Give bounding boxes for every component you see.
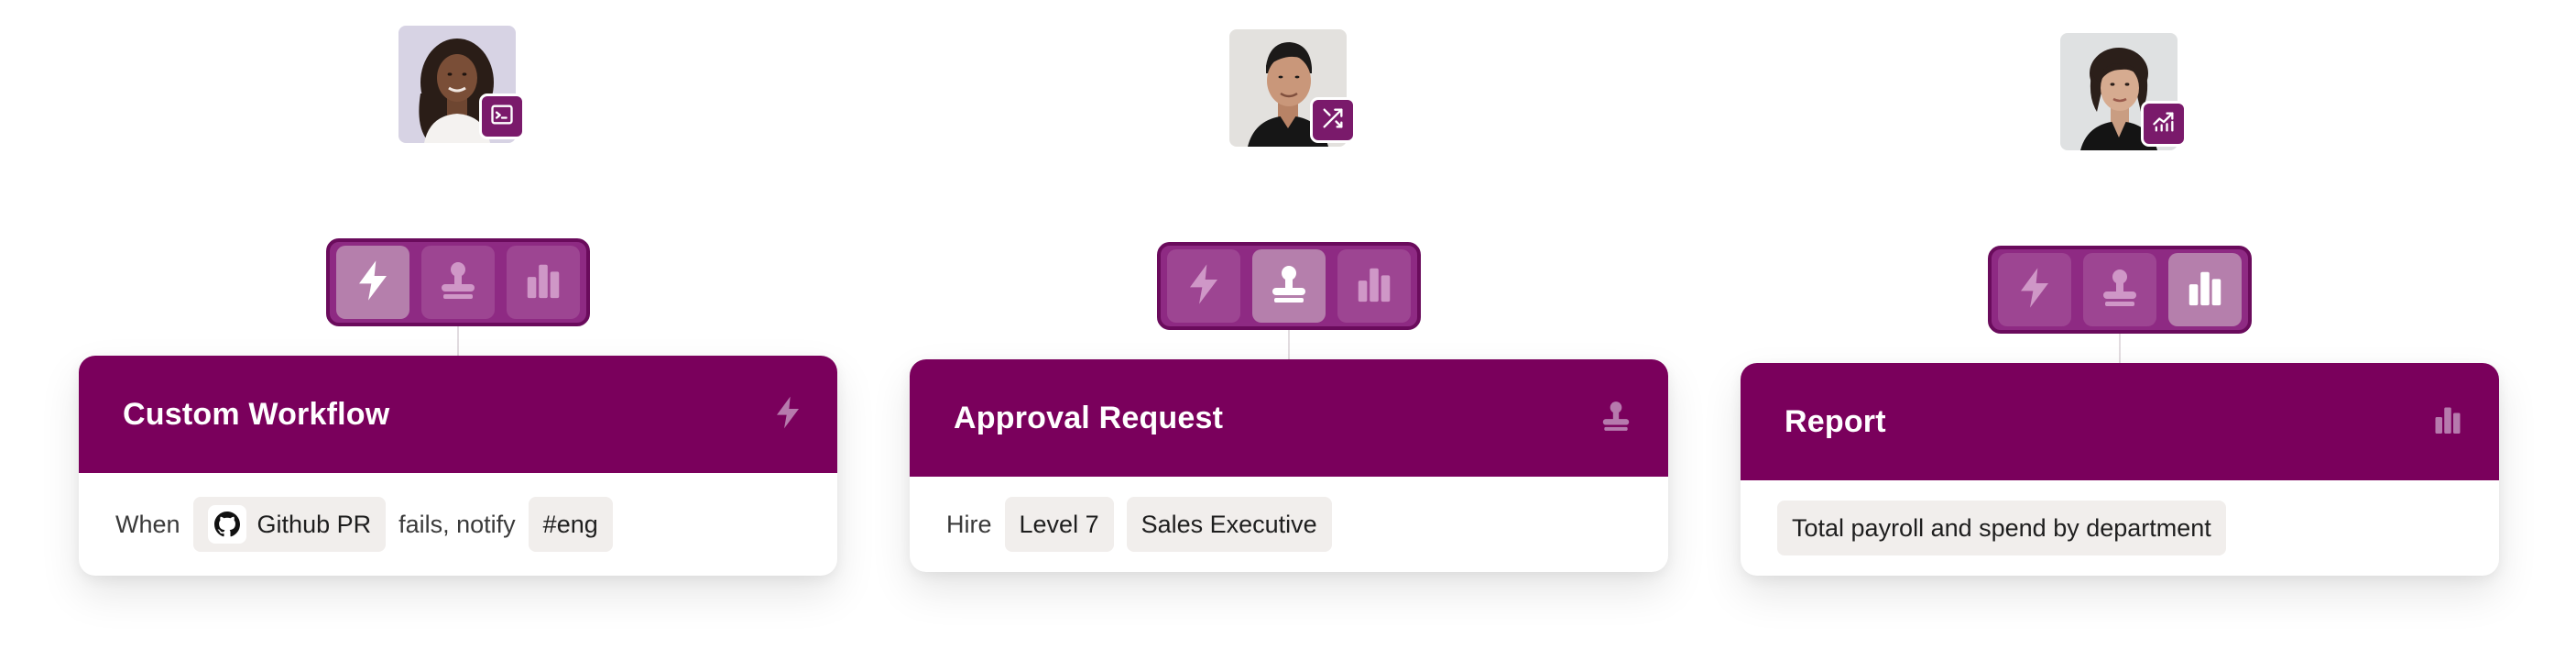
trending-chart-icon (2151, 109, 2177, 139)
report-chip[interactable]: Total payroll and spend by department (1777, 500, 2226, 556)
github-pr-chip[interactable]: Github PR (192, 497, 387, 552)
toggle-bar-chart-button[interactable] (507, 246, 580, 319)
workflow-column: Custom Workflow When Github PR fails, no… (79, 0, 837, 671)
approval-column: Approval Request Hire Level 7 Sales Exec… (910, 4, 1668, 671)
lightning-icon (773, 395, 802, 434)
avatar (2060, 33, 2187, 154)
type-toggle (1157, 242, 1421, 330)
custom-workflow-card[interactable]: Custom Workflow When Github PR fails, no… (79, 356, 837, 576)
toggle-stamp-button[interactable] (2083, 253, 2156, 326)
card-header: Custom Workflow (79, 356, 837, 473)
channel-label: #eng (542, 510, 598, 538)
role-badge (2141, 101, 2187, 147)
github-icon (207, 505, 246, 544)
card-title: Custom Workflow (123, 396, 390, 432)
card-title: Approval Request (954, 400, 1224, 435)
bar-chart-icon (2184, 267, 2226, 314)
bar-chart-icon (1353, 263, 1395, 310)
stamp-icon (436, 258, 480, 307)
stamp-icon (1267, 262, 1311, 311)
report-card[interactable]: Report Total payroll and spend by depart… (1741, 363, 2499, 576)
lightning-icon (1185, 262, 1222, 311)
level-chip[interactable]: Level 7 (1004, 497, 1114, 552)
level-label: Level 7 (1019, 510, 1099, 538)
card-header: Approval Request (910, 359, 1668, 477)
connector-line (457, 326, 459, 358)
bar-chart-icon (522, 259, 564, 306)
lightning-icon (355, 258, 391, 307)
type-toggle (326, 238, 590, 326)
stamp-icon (2098, 266, 2142, 314)
type-toggle (1988, 246, 2252, 334)
card-header: Report (1741, 363, 2499, 480)
connector-line (1288, 330, 1290, 361)
hire-text: Hire (946, 510, 992, 538)
toggle-bar-chart-button[interactable] (2168, 253, 2242, 326)
github-pr-label: Github PR (257, 510, 372, 538)
role-label: Sales Executive (1141, 510, 1317, 538)
toggle-bar-chart-button[interactable] (1337, 249, 1411, 323)
card-body: When Github PR fails, notify #eng (79, 473, 837, 576)
avatar (398, 26, 525, 147)
card-title: Report (1785, 403, 1886, 439)
lightning-icon (2016, 266, 2053, 314)
stamp-icon (1599, 399, 1633, 438)
channel-chip[interactable]: #eng (528, 497, 613, 552)
approval-request-card[interactable]: Approval Request Hire Level 7 Sales Exec… (910, 359, 1668, 572)
arrows-diagonal-icon (1320, 105, 1346, 136)
role-chip[interactable]: Sales Executive (1126, 497, 1332, 552)
fails-notify-text: fails, notify (398, 510, 516, 538)
toggle-stamp-button[interactable] (421, 246, 495, 319)
report-label: Total payroll and spend by department (1792, 513, 2211, 542)
avatar (1229, 29, 1356, 150)
role-badge (479, 94, 525, 139)
toggle-lightning-button[interactable] (1998, 253, 2071, 326)
when-text: When (115, 510, 180, 538)
card-body: Total payroll and spend by department (1741, 480, 2499, 576)
report-column: Report Total payroll and spend by depart… (1741, 7, 2499, 671)
card-body: Hire Level 7 Sales Executive (910, 477, 1668, 572)
toggle-stamp-button[interactable] (1252, 249, 1326, 323)
role-badge (1310, 97, 1356, 143)
terminal-icon (489, 102, 515, 132)
toggle-lightning-button[interactable] (336, 246, 409, 319)
bar-chart-icon (2431, 403, 2464, 441)
toggle-lightning-button[interactable] (1167, 249, 1240, 323)
connector-line (2119, 334, 2121, 365)
